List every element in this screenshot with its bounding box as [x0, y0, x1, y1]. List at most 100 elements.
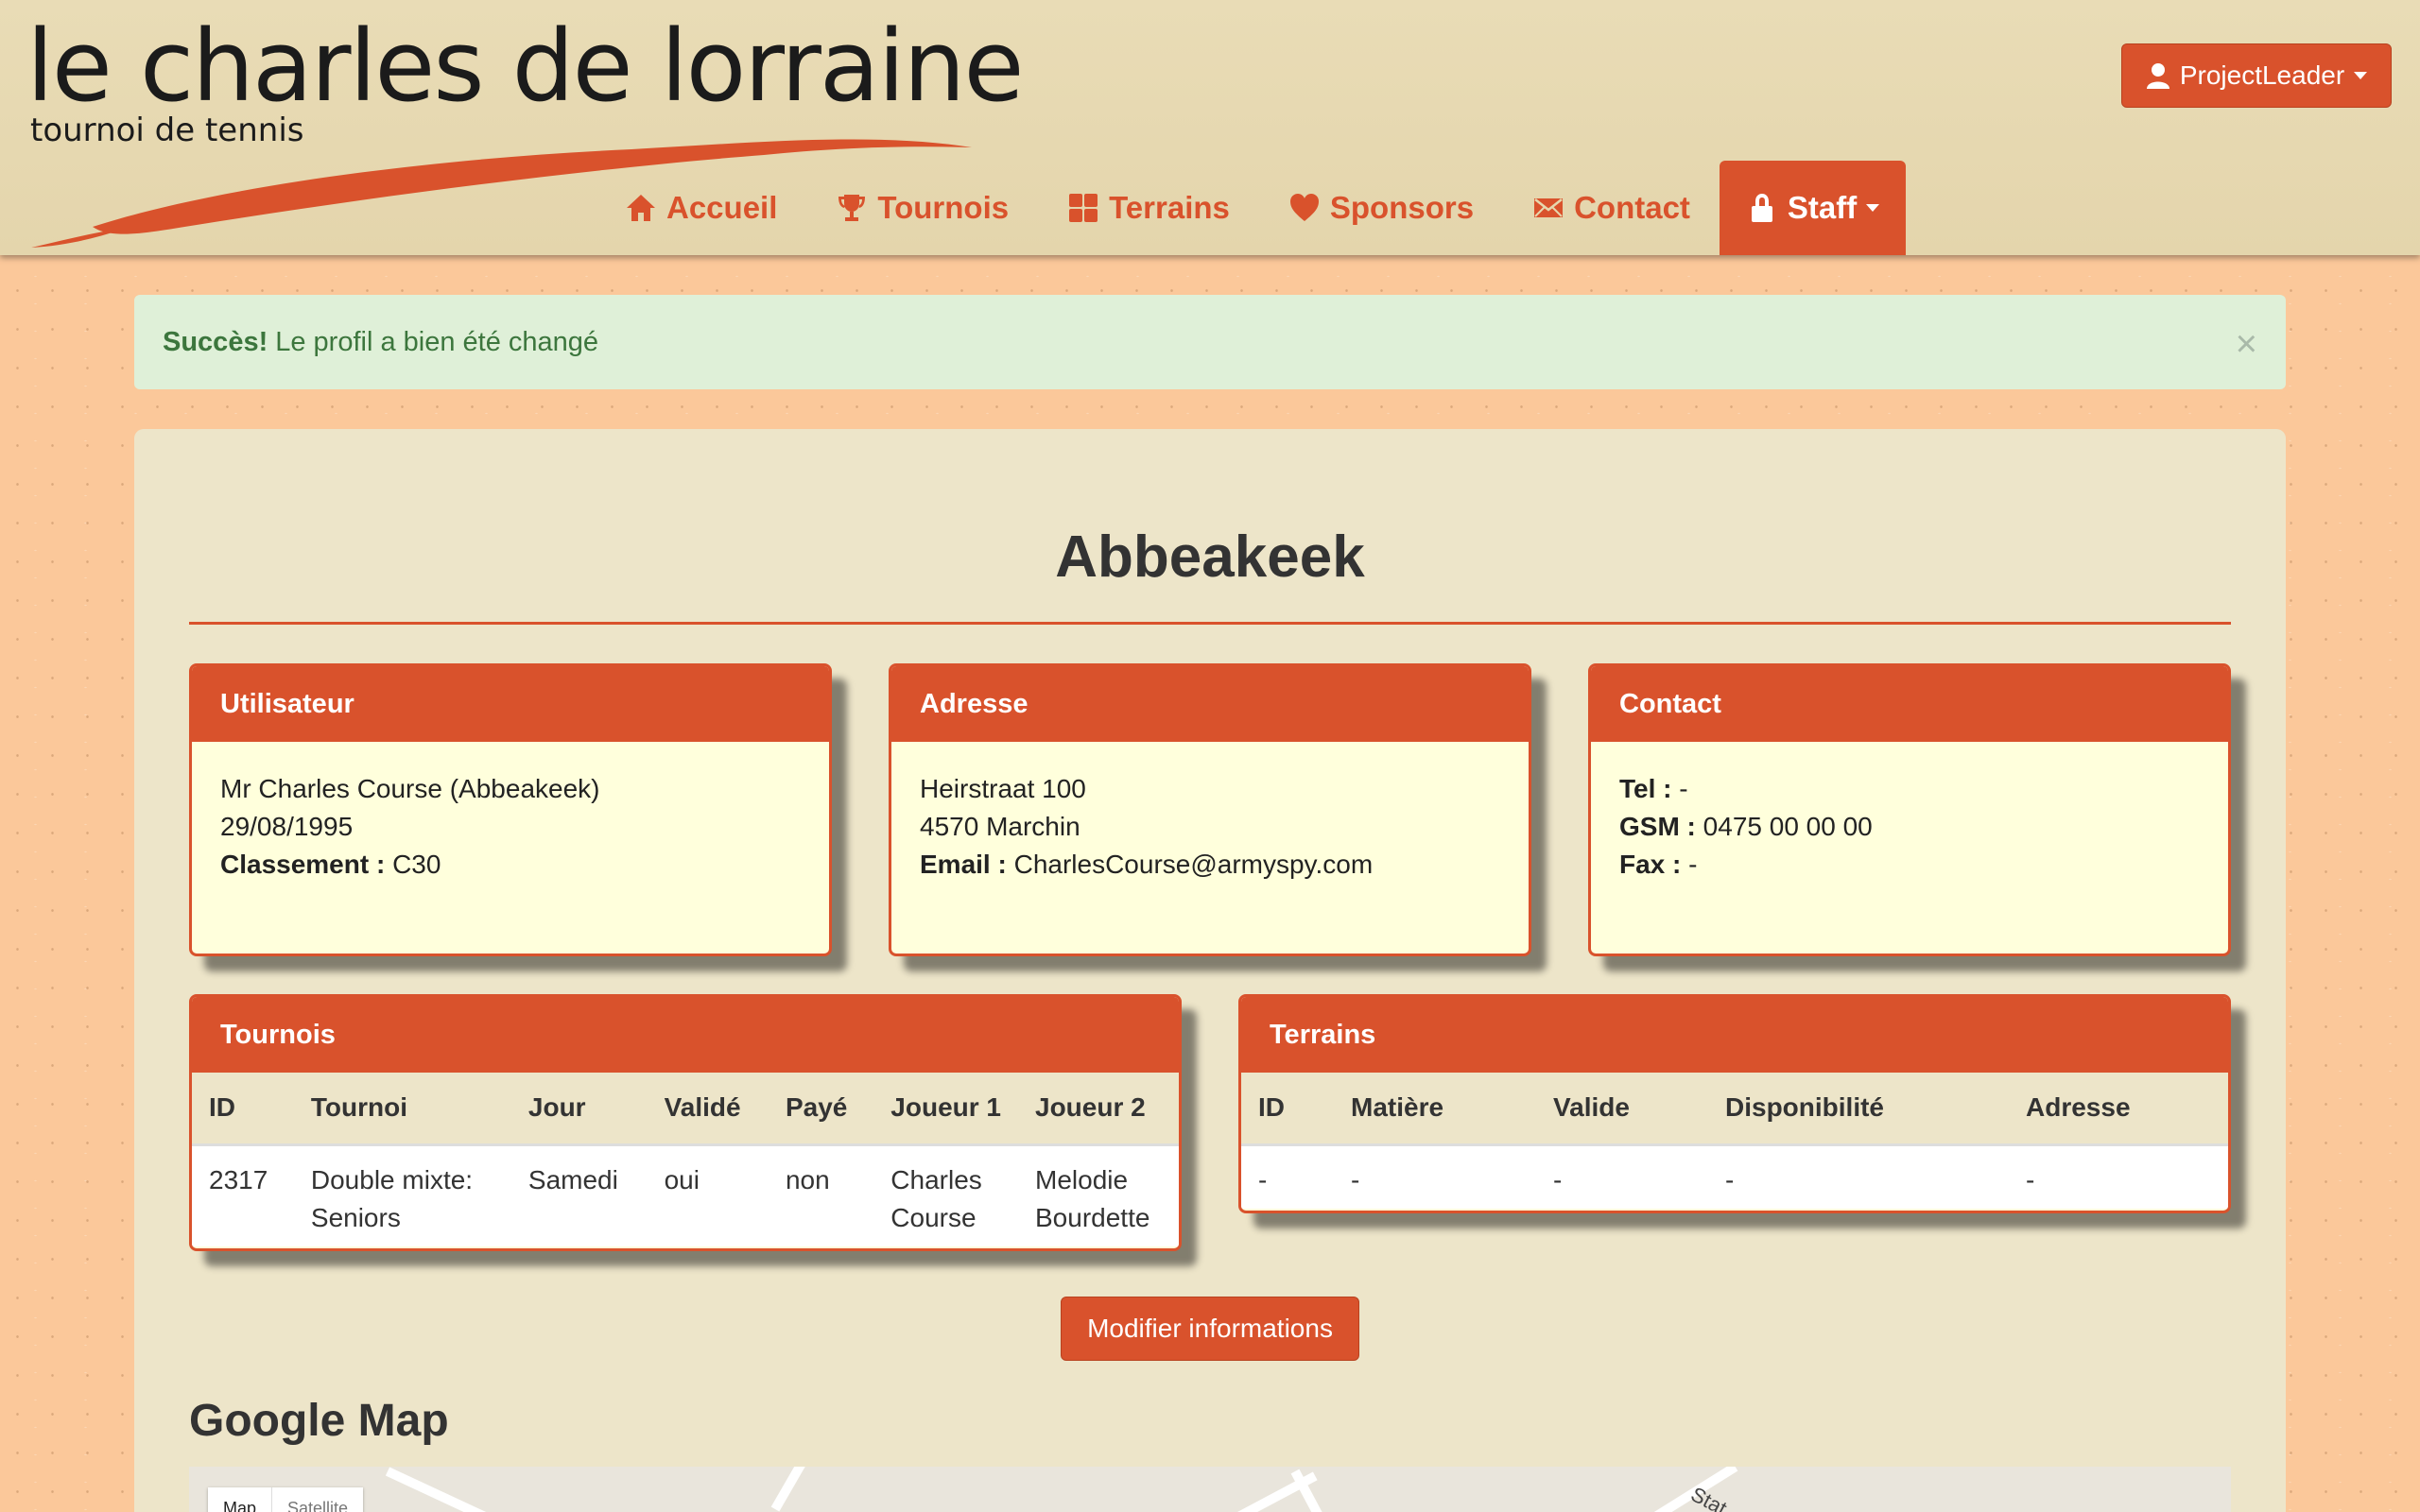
fax-value: -	[1688, 850, 1698, 879]
table-cell: -	[1334, 1144, 1536, 1209]
column-header: ID	[192, 1073, 294, 1146]
user-fullname: Mr Charles Course (Abbeakeek)	[220, 774, 600, 803]
map-road	[1290, 1469, 1344, 1512]
card-heading: Contact	[1591, 666, 2228, 742]
modify-info-button[interactable]: Modifier informations	[1061, 1297, 1359, 1361]
nav-item-label: Terrains	[1109, 190, 1230, 225]
column-header: ID	[1241, 1073, 1334, 1146]
table-cell: -	[1241, 1144, 1334, 1209]
contact-gsm: GSM : 0475 00 00 00	[1619, 808, 2200, 846]
user-birthdate: 29/08/1995	[220, 812, 354, 841]
site-header: le charles de lorraine tournoi de tennis…	[0, 0, 2420, 255]
table-header-row: ID Tournoi Jour Validé Payé Joueur 1 Jou…	[192, 1073, 1179, 1146]
classement-value: C30	[392, 850, 441, 879]
table-cell: 2317	[192, 1144, 294, 1246]
profile-panel: Abbeakeek Utilisateur Mr Charles Course …	[134, 429, 2286, 1512]
card-heading: Terrains	[1241, 997, 2228, 1073]
table-cell: Melodie Bourdette	[1018, 1144, 1179, 1246]
alert-strong: Succès!	[163, 326, 268, 357]
home-icon	[627, 195, 655, 221]
tournois-table: ID Tournoi Jour Validé Payé Joueur 1 Jou…	[192, 1073, 1179, 1246]
table-header-row: ID Matière Valide Disponibilité Adresse	[1241, 1073, 2228, 1146]
address-city: 4570 Marchin	[920, 812, 1080, 841]
card-adresse: Adresse Heirstraat 100 4570 Marchin Emai…	[889, 663, 1531, 956]
success-alert: Succès! Le profil a bien été changé ×	[134, 295, 2286, 389]
column-header: Tournoi	[293, 1073, 511, 1146]
column-header: Payé	[768, 1073, 874, 1146]
trophy-icon	[838, 195, 866, 221]
nav-item-label: Accueil	[666, 190, 778, 225]
user-menu-button[interactable]: ProjectLeader	[2121, 43, 2392, 108]
card-tournois: Tournois ID Tournoi Jour Validé Payé Jou…	[189, 994, 1182, 1251]
nav-item-tournois[interactable]: Tournois	[806, 161, 1038, 255]
address-street: Heirstraat 100	[920, 774, 1086, 803]
email-label: Email :	[920, 850, 1007, 879]
tel-value: -	[1679, 774, 1688, 803]
address-email: Email : CharlesCourse@armyspy.com	[920, 846, 1500, 884]
card-terrains: Terrains ID Matière Valide Disponibilité…	[1238, 994, 2231, 1213]
nav-item-label: Staff	[1787, 190, 1858, 225]
column-header: Adresse	[2009, 1073, 2228, 1146]
card-heading: Utilisateur	[192, 666, 829, 742]
user-classement: Classement : C30	[220, 846, 801, 884]
nav-item-label: Tournois	[877, 190, 1010, 225]
terrains-table: ID Matière Valide Disponibilité Adresse …	[1241, 1073, 2228, 1209]
logo-title: le charles de lorraine	[26, 9, 1024, 124]
nav-item-contact[interactable]: Contact	[1503, 161, 1720, 255]
table-row: - - - - -	[1241, 1144, 2228, 1209]
page-title: Abbeakeek	[1055, 524, 1365, 590]
grid-icon	[1069, 194, 1098, 222]
google-map[interactable]: Stat Map Satellite	[189, 1467, 2231, 1512]
nav-item-accueil[interactable]: Accueil	[596, 161, 806, 255]
gsm-value: 0475 00 00 00	[1703, 812, 1873, 841]
map-road	[385, 1467, 527, 1512]
table-cell: -	[1708, 1144, 2009, 1209]
column-header: Joueur 1	[873, 1073, 1018, 1146]
table-cell: Charles Course	[873, 1144, 1018, 1246]
nav-item-sponsors[interactable]: Sponsors	[1259, 161, 1503, 255]
heart-icon	[1289, 194, 1319, 221]
column-header: Disponibilité	[1708, 1073, 2009, 1146]
map-type-control: Map Satellite	[208, 1487, 364, 1512]
tel-label: Tel :	[1619, 774, 1672, 803]
close-icon[interactable]: ×	[2236, 325, 2257, 363]
card-body: Tel : - GSM : 0475 00 00 00 Fax : -	[1591, 742, 2228, 912]
map-type-map[interactable]: Map	[208, 1487, 271, 1512]
column-header: Joueur 2	[1018, 1073, 1179, 1146]
card-contact: Contact Tel : - GSM : 0475 00 00 00 Fax …	[1588, 663, 2231, 956]
contact-tel: Tel : -	[1619, 770, 2200, 808]
column-header: Jour	[510, 1073, 648, 1146]
title-divider	[189, 622, 2231, 625]
envelope-icon	[1534, 198, 1564, 217]
map-heading: Google Map	[189, 1396, 449, 1446]
column-header: Valide	[1536, 1073, 1708, 1146]
column-header: Matière	[1334, 1073, 1536, 1146]
table-cell: Double mixte: Seniors	[293, 1144, 511, 1246]
lock-icon	[1751, 194, 1772, 222]
map-road	[770, 1467, 837, 1512]
table-cell: non	[768, 1144, 874, 1246]
table-cell: -	[1536, 1144, 1708, 1209]
gsm-label: GSM :	[1619, 812, 1696, 841]
card-heading: Tournois	[192, 997, 1179, 1073]
user-icon	[2146, 63, 2169, 89]
table-cell: -	[2009, 1144, 2228, 1209]
nav-item-staff[interactable]: Staff	[1719, 161, 1907, 255]
fax-label: Fax :	[1619, 850, 1682, 879]
nav-item-label: Contact	[1574, 190, 1690, 225]
table-row: 2317 Double mixte: Seniors Samedi oui no…	[192, 1144, 1179, 1246]
nav-item-label: Sponsors	[1329, 190, 1475, 225]
chevron-down-icon	[1866, 204, 1880, 212]
alert-message: Le profil a bien été changé	[275, 326, 599, 357]
card-body: Mr Charles Course (Abbeakeek) 29/08/1995…	[192, 742, 829, 912]
table-cell: Samedi	[510, 1144, 648, 1246]
table-cell: oui	[647, 1144, 769, 1246]
nav-item-terrains[interactable]: Terrains	[1038, 161, 1259, 255]
main-nav: Accueil Tournois Terrains Sponsors Conta…	[596, 161, 1907, 255]
map-type-satellite[interactable]: Satellite	[271, 1487, 363, 1512]
contact-fax: Fax : -	[1619, 846, 2200, 884]
card-utilisateur: Utilisateur Mr Charles Course (Abbeakeek…	[189, 663, 832, 956]
column-header: Validé	[647, 1073, 769, 1146]
card-heading: Adresse	[891, 666, 1529, 742]
user-menu-label: ProjectLeader	[2179, 60, 2345, 90]
